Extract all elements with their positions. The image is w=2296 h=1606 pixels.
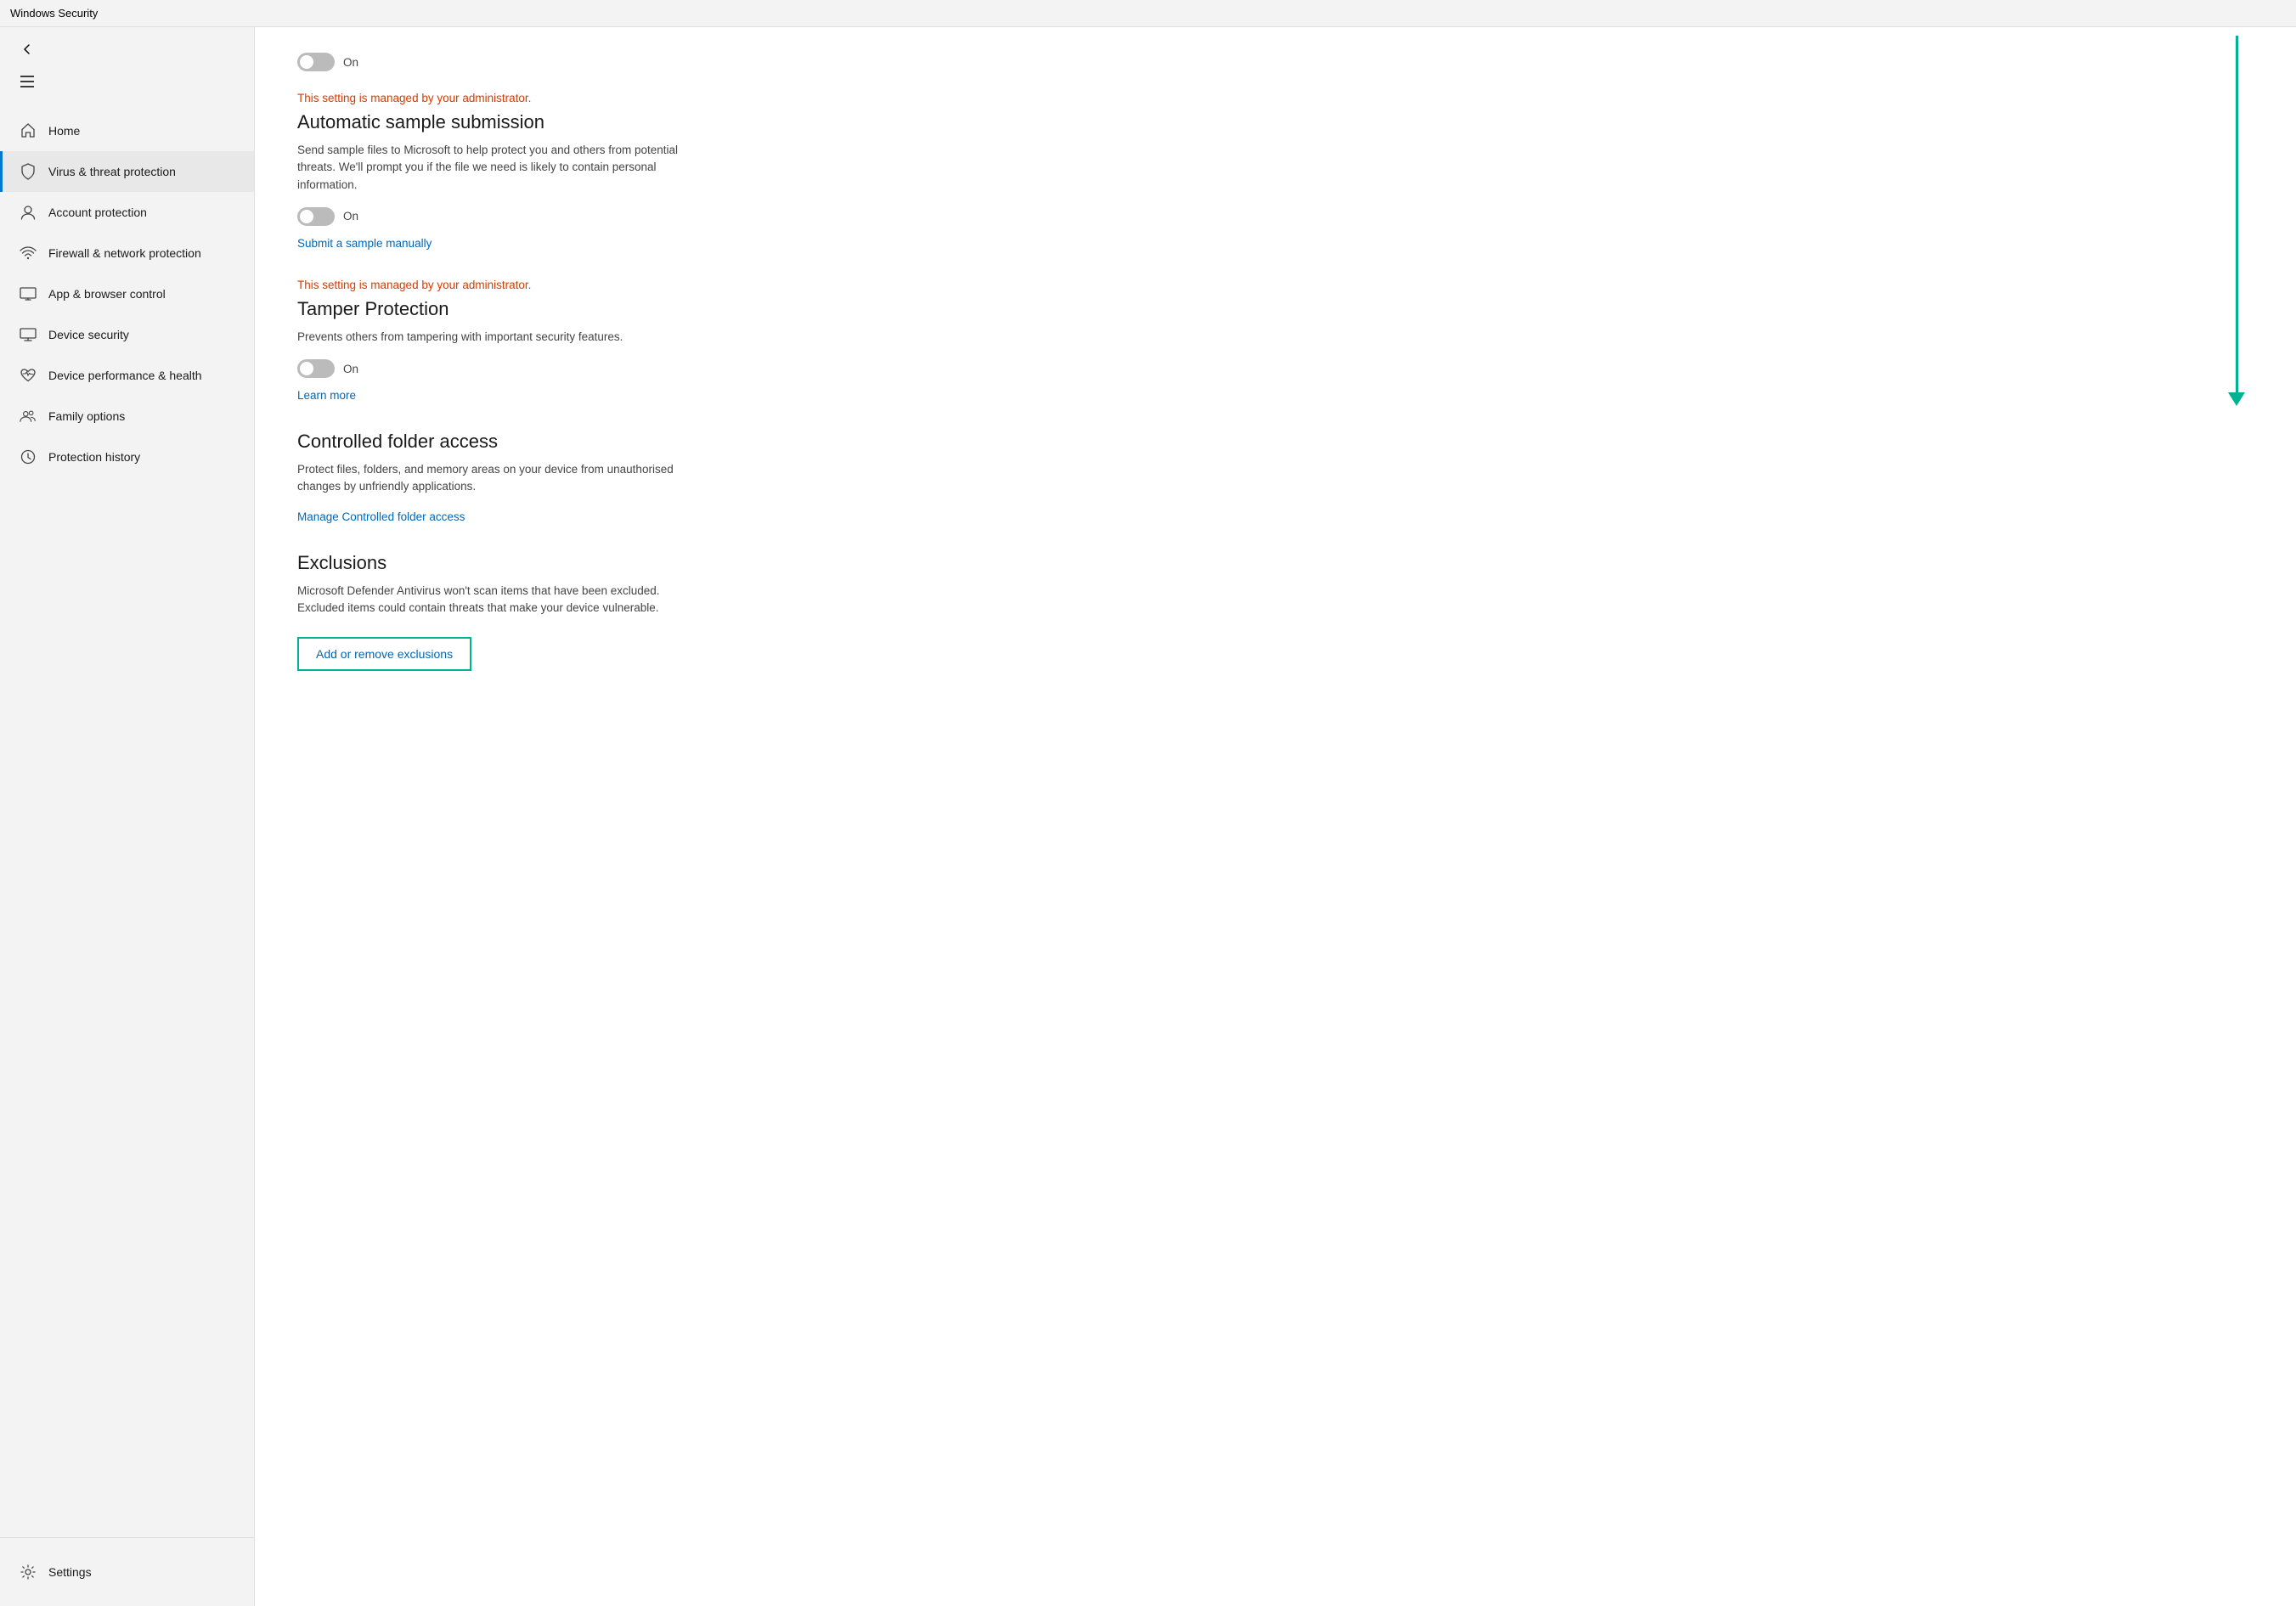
sidebar-item-firewall[interactable]: Firewall & network protection xyxy=(0,233,254,273)
wifi-icon xyxy=(20,245,37,262)
add-remove-exclusions-button[interactable]: Add or remove exclusions xyxy=(297,637,471,671)
auto-sample-title: Automatic sample submission xyxy=(297,111,2254,133)
top-toggle-label: On xyxy=(343,56,358,69)
clock-icon xyxy=(20,448,37,465)
sidebar-label-family: Family options xyxy=(48,409,125,423)
sidebar-item-virus[interactable]: Virus & threat protection xyxy=(0,151,254,192)
home-icon xyxy=(20,122,37,139)
gear-icon xyxy=(20,1564,37,1581)
tamper-learn-more-link[interactable]: Learn more xyxy=(297,389,356,402)
sidebar-label-firewall: Firewall & network protection xyxy=(48,246,201,260)
heart-icon xyxy=(20,367,37,384)
auto-sample-toggle-label: On xyxy=(343,210,358,223)
tamper-title: Tamper Protection xyxy=(297,298,2254,320)
title-bar: Windows Security xyxy=(0,0,2296,27)
scroll-arrow xyxy=(2228,36,2245,406)
sidebar-item-family[interactable]: Family options xyxy=(0,396,254,437)
desktop-icon xyxy=(20,326,37,343)
auto-sample-admin-notice: This setting is managed by your administ… xyxy=(297,92,2254,104)
exclusions-title: Exclusions xyxy=(297,552,2254,574)
nav-items: Home Virus & threat protection xyxy=(0,110,254,477)
app-title: Windows Security xyxy=(10,7,98,20)
folder-access-section: Controlled folder access Protect files, … xyxy=(297,431,2254,525)
sidebar-item-account[interactable]: Account protection xyxy=(0,192,254,233)
sidebar-label-history: Protection history xyxy=(48,450,140,464)
sidebar-label-home: Home xyxy=(48,124,80,138)
exclusions-desc: Microsoft Defender Antivirus won't scan … xyxy=(297,583,705,617)
sidebar: Home Virus & threat protection xyxy=(0,27,255,1606)
back-button[interactable] xyxy=(14,36,41,63)
sidebar-bottom: Settings xyxy=(0,1537,254,1606)
tamper-section: This setting is managed by your administ… xyxy=(297,279,2254,403)
sidebar-label-virus: Virus & threat protection xyxy=(48,165,176,178)
sidebar-label-device-health: Device performance & health xyxy=(48,369,202,382)
shield-icon xyxy=(20,163,37,180)
folder-access-title: Controlled folder access xyxy=(297,431,2254,453)
tamper-toggle-label: On xyxy=(343,363,358,375)
tamper-toggle-knob xyxy=(300,362,313,375)
people-icon xyxy=(20,408,37,425)
sidebar-label-account: Account protection xyxy=(48,206,147,219)
auto-sample-section: This setting is managed by your administ… xyxy=(297,92,2254,251)
add-remove-exclusions-label: Add or remove exclusions xyxy=(316,647,453,661)
auto-sample-toggle-knob xyxy=(300,210,313,223)
sidebar-item-home[interactable]: Home xyxy=(0,110,254,151)
sidebar-item-device-health[interactable]: Device performance & health xyxy=(0,355,254,396)
auto-sample-desc: Send sample files to Microsoft to help p… xyxy=(297,142,705,194)
submit-sample-link[interactable]: Submit a sample manually xyxy=(297,237,432,250)
folder-access-link[interactable]: Manage Controlled folder access xyxy=(297,510,465,523)
sidebar-item-app[interactable]: App & browser control xyxy=(0,273,254,314)
tamper-desc: Prevents others from tampering with impo… xyxy=(297,329,705,346)
sidebar-item-device-security[interactable]: Device security xyxy=(0,314,254,355)
sidebar-label-app: App & browser control xyxy=(48,287,166,301)
app-container: Home Virus & threat protection xyxy=(0,27,2296,1606)
tamper-toggle[interactable] xyxy=(297,359,335,378)
arrow-line xyxy=(2236,36,2238,392)
top-toggle-row: On xyxy=(297,53,2254,71)
sidebar-item-history[interactable]: Protection history xyxy=(0,437,254,477)
display-icon xyxy=(20,285,37,302)
tamper-admin-notice: This setting is managed by your administ… xyxy=(297,279,2254,291)
sidebar-label-device-security: Device security xyxy=(48,328,129,341)
sidebar-top xyxy=(0,27,254,104)
folder-access-desc: Protect files, folders, and memory areas… xyxy=(297,461,705,496)
auto-sample-toggle-row: On xyxy=(297,207,2254,226)
exclusions-section: Exclusions Microsoft Defender Antivirus … xyxy=(297,552,2254,672)
top-toggle-knob xyxy=(300,55,313,69)
sidebar-label-settings: Settings xyxy=(48,1565,92,1579)
arrow-head xyxy=(2228,392,2245,406)
sidebar-item-settings[interactable]: Settings xyxy=(0,1552,254,1592)
person-icon xyxy=(20,204,37,221)
top-toggle[interactable] xyxy=(297,53,335,71)
tamper-toggle-row: On xyxy=(297,359,2254,378)
menu-button[interactable] xyxy=(14,68,41,95)
auto-sample-toggle[interactable] xyxy=(297,207,335,226)
main-content: On This setting is managed by your admin… xyxy=(255,27,2296,1606)
